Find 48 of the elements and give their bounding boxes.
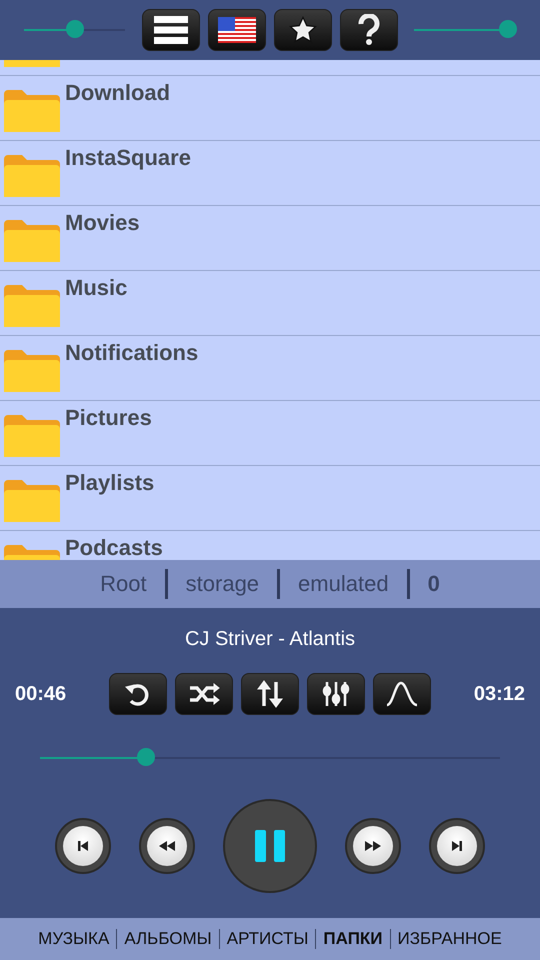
pause-icon [253, 829, 287, 863]
fast-forward-icon [363, 838, 383, 854]
wave-button[interactable] [373, 673, 431, 715]
star-button[interactable] [274, 9, 332, 51]
flag-button[interactable] [208, 9, 266, 51]
folder-icon [4, 348, 60, 392]
folder-name[interactable]: Playlists [65, 472, 154, 494]
folder-name[interactable]: Pictures [65, 407, 152, 429]
folder-icon [4, 153, 60, 197]
shuffle-button[interactable] [175, 673, 233, 715]
skip-forward-icon [449, 838, 465, 854]
breadcrumb-item[interactable]: 0 [410, 571, 458, 597]
menu-button[interactable] [142, 9, 200, 51]
skip-back-icon [75, 838, 91, 854]
slider-thumb[interactable] [498, 20, 517, 38]
breadcrumb-item[interactable]: emulated [280, 571, 407, 597]
breadcrumb-item[interactable]: storage [168, 571, 278, 597]
folder-icon [4, 283, 60, 327]
help-button[interactable] [340, 9, 398, 51]
wave-icon [385, 679, 419, 709]
folder-name[interactable]: Download [65, 82, 170, 104]
folder-name[interactable]: Notifications [65, 342, 198, 364]
help-icon [356, 14, 380, 46]
folder-name[interactable]: Movies [65, 212, 140, 234]
nav-tab[interactable]: АЛЬБОМЫ [117, 929, 219, 949]
folder-icon [4, 88, 60, 132]
rewind-icon [157, 838, 177, 854]
menu-icon [154, 16, 188, 44]
nav-tab[interactable]: ИЗБРАННОЕ [390, 929, 509, 949]
nav-tab[interactable]: АРТИСТЫ [220, 929, 316, 949]
equalizer-button[interactable] [307, 673, 365, 715]
total-time: 03:12 [474, 682, 525, 706]
folder-icon [4, 218, 60, 262]
breadcrumb-item[interactable]: Root [82, 571, 165, 597]
nav-tab[interactable]: МУЗЫКА [31, 929, 116, 949]
repeat-button[interactable] [109, 673, 167, 715]
elapsed-time: 00:46 [15, 682, 66, 706]
order-button[interactable] [241, 673, 299, 715]
flag-icon [218, 16, 256, 44]
slider-thumb[interactable] [66, 20, 84, 38]
track-title: CJ Striver - Atlantis [184, 628, 356, 651]
folder-name[interactable]: Podcasts [65, 537, 163, 559]
nav-tab[interactable]: ПАПКИ [316, 929, 390, 949]
folder-name[interactable]: InstaSquare [65, 147, 191, 169]
folder-name[interactable]: Music [65, 277, 128, 299]
progress-thumb[interactable] [136, 748, 155, 766]
folder-icon [4, 478, 60, 522]
folder-icon [4, 413, 60, 457]
